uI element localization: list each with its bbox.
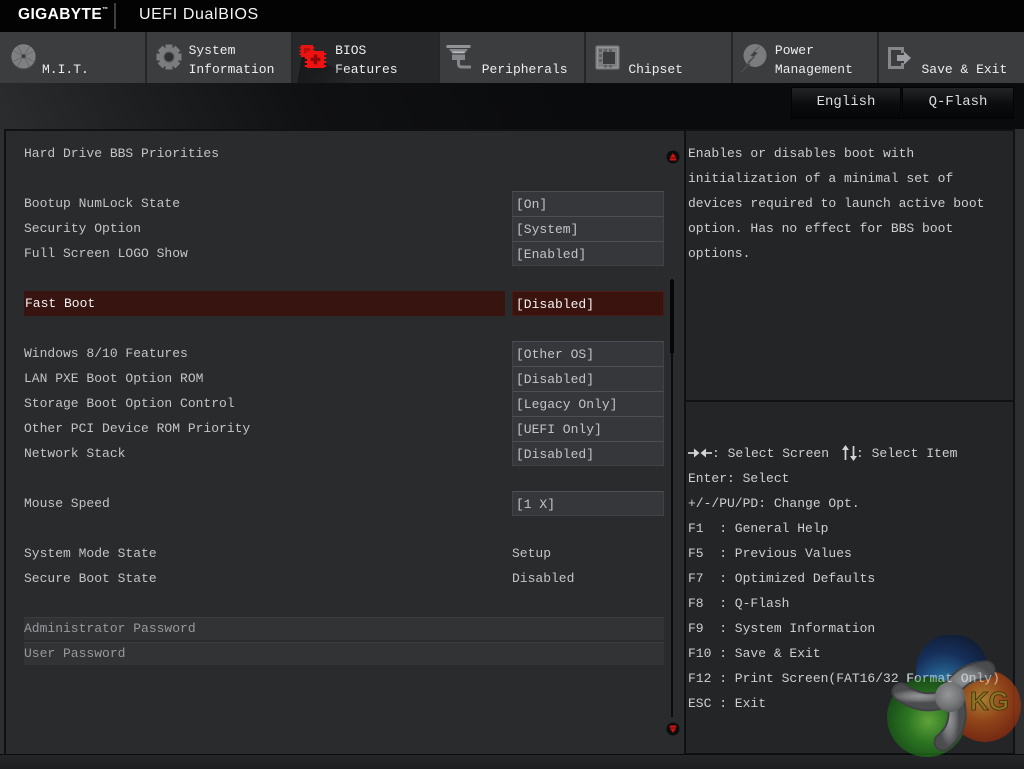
svg-text:KG: KG	[970, 686, 1009, 716]
